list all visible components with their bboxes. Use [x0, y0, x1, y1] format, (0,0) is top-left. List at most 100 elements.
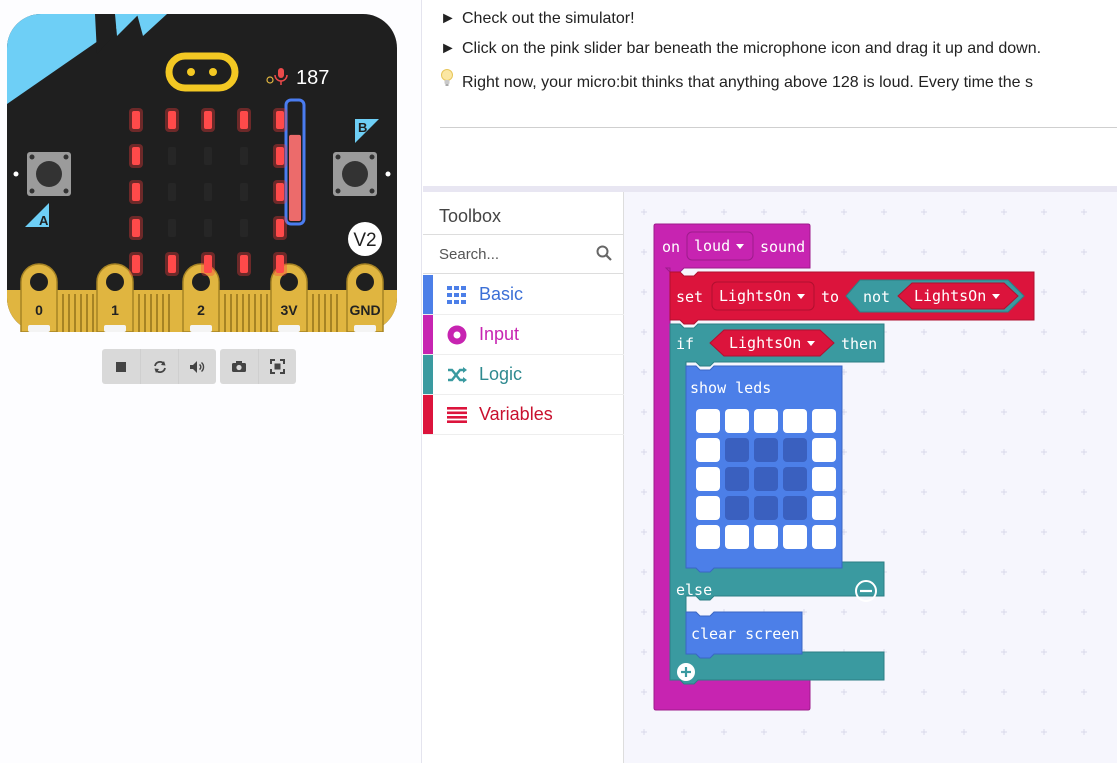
led-editor-cell[interactable] [725, 496, 749, 520]
instruction-text: Right now, your micro:bit thinks that an… [462, 74, 1033, 91]
pin-0[interactable] [20, 263, 58, 332]
led-editor-cell[interactable] [696, 525, 720, 549]
show-leds-block[interactable]: show leds [685, 365, 843, 573]
led-editor-cell[interactable] [696, 438, 720, 462]
microbit-board: 0 1 2 3V GND 187 A B V2 [7, 14, 397, 332]
divider [440, 127, 1117, 128]
pin-gnd[interactable] [346, 263, 384, 332]
led-pixel [276, 219, 284, 237]
pin-0-label: 0 [35, 302, 43, 318]
blocks-workspace[interactable]: on loud sound set LightsOn to not Lights… [624, 192, 1117, 763]
block-text-then: then [841, 335, 877, 353]
category-variables[interactable]: Variables [423, 395, 624, 435]
block-text-show-leds: show leds [690, 379, 771, 397]
condition-variable-reporter[interactable]: LightsOn [709, 329, 835, 357]
svg-text:LightsOn: LightsOn [914, 287, 986, 305]
pin-1[interactable] [96, 263, 134, 332]
led-pixel [204, 219, 212, 237]
set-variable-block[interactable]: set LightsOn to not LightsOn [669, 271, 1035, 325]
block-text-on: on [662, 238, 680, 256]
led-editor-cell[interactable] [783, 496, 807, 520]
pin-3v-label: 3V [280, 302, 298, 318]
fullscreen-icon [270, 359, 285, 374]
led-editor-cell[interactable] [783, 409, 807, 433]
led-pixel [276, 183, 284, 201]
button-a[interactable] [27, 152, 71, 196]
led-editor-cell[interactable] [812, 438, 836, 462]
arrow-marker-icon: ► [440, 40, 456, 57]
led-pixel [132, 147, 140, 165]
circle-icon [445, 325, 469, 345]
led-pixel [276, 147, 284, 165]
led-editor-cell[interactable] [725, 467, 749, 491]
search-icon[interactable] [596, 245, 612, 261]
clear-screen-block[interactable]: clear screen [685, 611, 803, 659]
list-icon [445, 406, 469, 423]
led-editor-cell[interactable] [812, 496, 836, 520]
instruction-line-3: Right now, your micro:bit thinks that an… [440, 69, 1033, 92]
led-editor-cell[interactable] [754, 525, 778, 549]
led-pixel [204, 147, 212, 165]
simulator-panel: 0 1 2 3V GND 187 A B V2 [0, 0, 422, 763]
led-editor-cell[interactable] [696, 467, 720, 491]
led-editor-cell[interactable] [754, 409, 778, 433]
led-pixel [168, 255, 176, 273]
instruction-line-1: ► Check out the simulator! [440, 10, 635, 28]
led-editor-cell[interactable] [754, 467, 778, 491]
category-logic[interactable]: Logic [423, 355, 624, 395]
block-text-to: to [821, 288, 839, 306]
led-pixel [240, 183, 248, 201]
svg-text:V2: V2 [353, 230, 376, 251]
instruction-text: Check out the simulator! [462, 10, 635, 27]
led-pixel [168, 111, 176, 129]
svg-text:LightsOn: LightsOn [719, 287, 791, 305]
led-editor-cell[interactable] [754, 496, 778, 520]
block-text-sound: sound [760, 238, 805, 256]
led-pixel [240, 147, 248, 165]
led-editor-cell[interactable] [725, 409, 749, 433]
led-pixel [168, 147, 176, 165]
led-editor-cell[interactable] [812, 409, 836, 433]
led-editor-cell[interactable] [696, 409, 720, 433]
sound-level-slider-fill [289, 134, 301, 221]
variable-reporter[interactable]: LightsOn [897, 282, 1019, 310]
block-text-clear-screen: clear screen [691, 625, 799, 643]
led-editor-cell[interactable] [696, 496, 720, 520]
variable-dropdown[interactable]: LightsOn [711, 281, 815, 311]
sound-level-slider[interactable] [284, 98, 306, 226]
simulator-toolbar [102, 349, 296, 384]
mute-button[interactable] [178, 349, 216, 384]
led-pixel [132, 183, 140, 201]
led-pixel [204, 183, 212, 201]
category-label: Logic [479, 364, 523, 384]
instruction-line-2: ► Click on the pink slider bar beneath th… [440, 40, 1041, 58]
category-basic[interactable]: Basic [423, 275, 624, 315]
button-a-label: A [39, 213, 49, 228]
led-editor-cell[interactable] [783, 438, 807, 462]
restart-button[interactable] [140, 349, 178, 384]
led-pixel [276, 255, 284, 273]
category-label: Input [479, 324, 520, 344]
led-editor-cell[interactable] [725, 438, 749, 462]
shuffle-icon [445, 366, 469, 383]
pin-2-label: 2 [197, 302, 205, 318]
event-dropdown[interactable]: loud [686, 231, 754, 261]
screenshot-button[interactable] [220, 349, 258, 384]
stop-button[interactable] [102, 349, 140, 384]
led-editor-cell[interactable] [783, 467, 807, 491]
add-else-if-button[interactable] [677, 663, 695, 681]
category-input[interactable]: Input [423, 315, 624, 355]
led-editor-cell[interactable] [725, 525, 749, 549]
button-b[interactable] [333, 152, 377, 196]
toolbox: Toolbox Basic Input [423, 192, 624, 763]
led-pixel [132, 219, 140, 237]
led-editor-cell[interactable] [812, 525, 836, 549]
led-editor-cell[interactable] [754, 438, 778, 462]
speaker-icon [189, 360, 204, 373]
fullscreen-button[interactable] [258, 349, 296, 384]
search-input[interactable] [423, 235, 573, 273]
arrow-marker-icon: ► [440, 10, 456, 27]
led-editor-cell[interactable] [812, 467, 836, 491]
led-editor-cell[interactable] [783, 525, 807, 549]
svg-text:LightsOn: LightsOn [729, 334, 801, 352]
